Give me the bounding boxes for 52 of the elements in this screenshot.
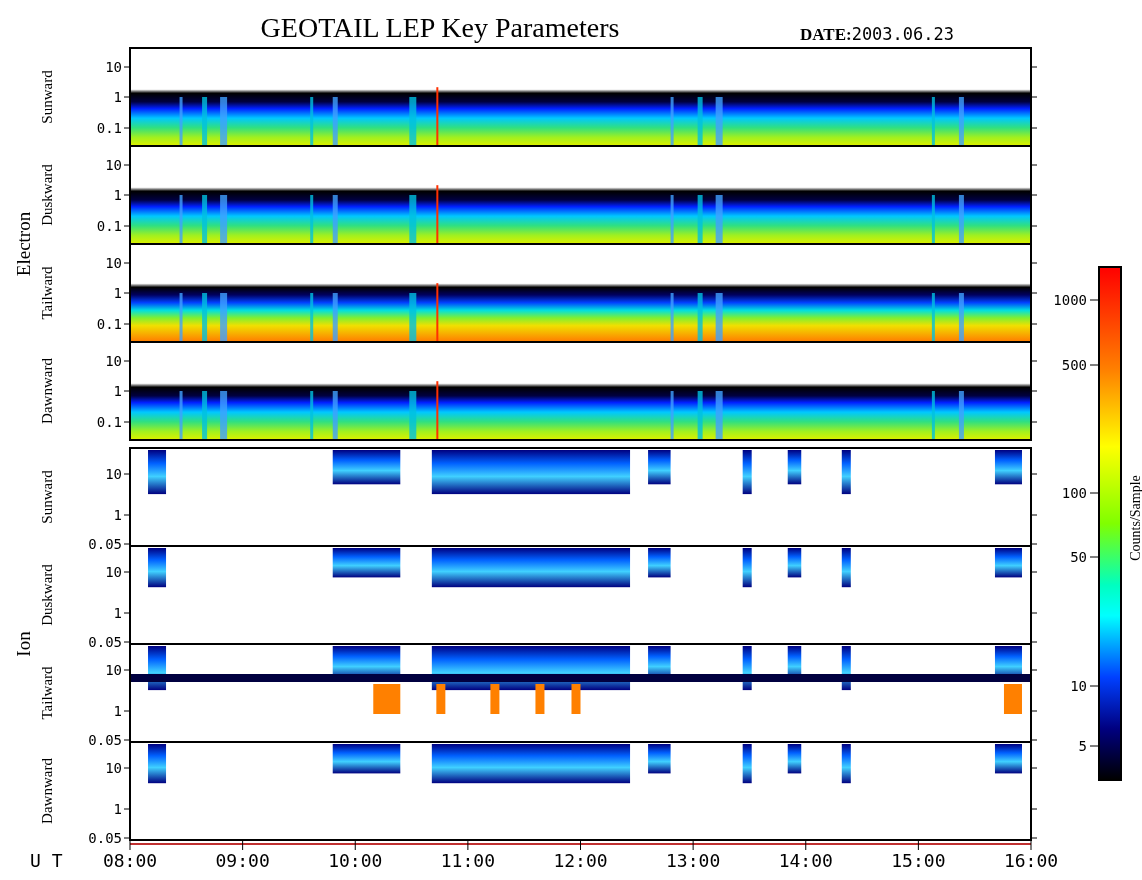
axis-tick-label: 10:00 — [328, 850, 383, 871]
axis-tick-label: 10 — [105, 255, 122, 271]
axis-tick-label: 13:00 — [666, 850, 721, 871]
group-label: Electron — [13, 211, 34, 277]
axis-tick-label: 1 — [113, 285, 122, 301]
axis-tick-label: 1 — [113, 605, 122, 621]
colorbar-tick-label: 100 — [1061, 485, 1087, 501]
date-label: DATE:2003.06.23 — [800, 24, 954, 44]
axis-tick-label: 10 — [105, 662, 122, 678]
axis-tick-label: 0.1 — [96, 218, 122, 234]
axis-tick-label: 0.05 — [88, 536, 122, 552]
axis-tick-label: 16:00 — [1003, 850, 1059, 871]
panel-label: Sunward — [39, 70, 55, 124]
axis-tick-label: 0.1 — [96, 414, 122, 430]
axis-tick-label: 08:00 — [102, 850, 158, 871]
axis-tick-label: 11:00 — [440, 850, 495, 871]
panel-label: Sunward — [39, 470, 55, 524]
group-label: Ion — [13, 631, 34, 657]
axis-tick-label: 0.05 — [88, 732, 122, 748]
panel-label: Tailward — [39, 266, 55, 320]
axis-tick-label: 14:00 — [778, 850, 833, 871]
axis-tick-label: 1 — [113, 801, 122, 817]
panel-label: Dawnward — [39, 358, 55, 424]
axis-label: U T — [30, 850, 63, 871]
axis-tick-label: 1 — [113, 89, 122, 105]
axis-tick-label: 09:00 — [215, 850, 270, 871]
axis-tick-label: 10 — [105, 59, 122, 75]
panel-label: Duskward — [39, 564, 55, 626]
colorbar-tick-label: 10 — [1070, 678, 1087, 694]
panel-label: Duskward — [39, 164, 55, 226]
axis-tick-label: 10 — [105, 353, 122, 369]
colorbar-tick-label: 50 — [1070, 549, 1087, 565]
axis-tick-label: 10 — [105, 760, 122, 776]
axis-tick-label: 1 — [113, 383, 122, 399]
axis-tick-label: 1 — [113, 187, 122, 203]
colorbar-tick-label: 500 — [1061, 357, 1087, 373]
axis-tick-label: 12:00 — [553, 850, 608, 871]
axis-tick-label: 0.1 — [96, 316, 122, 332]
axis-tick-label: 1 — [113, 703, 122, 719]
colorbar-tick-label: 1000 — [1053, 292, 1087, 308]
axis-tick-label: 15:00 — [891, 850, 946, 871]
colorbar-tick-label: 5 — [1078, 738, 1087, 754]
panel-label: Tailward — [39, 666, 55, 720]
plot-title: GEOTAIL LEP Key Parameters — [260, 12, 620, 43]
axis-tick-label: 10 — [105, 564, 122, 580]
axis-tick-label: 0.1 — [96, 120, 122, 136]
axis-tick-label: 10 — [105, 157, 122, 173]
axis-tick-label: 10 — [105, 466, 122, 482]
axis-tick-label: 0.05 — [88, 830, 122, 846]
axis-tick-label: 0.05 — [88, 634, 122, 650]
panel-label: Dawnward — [39, 758, 55, 824]
axis-tick-label: 1 — [113, 507, 122, 523]
